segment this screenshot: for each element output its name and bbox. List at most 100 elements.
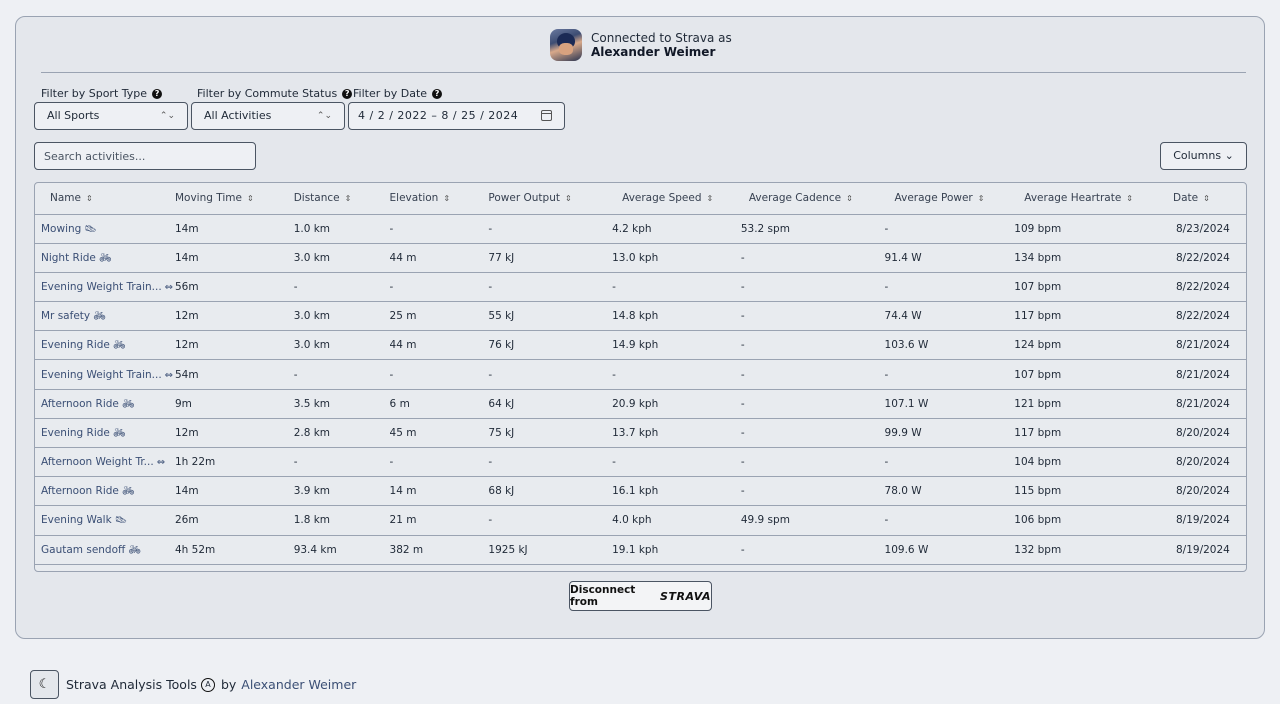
help-icon[interactable]: ?: [342, 88, 353, 99]
activity-name[interactable]: Afternoon Ride 🚲︎: [35, 476, 175, 507]
table-cell: 115 bpm: [1014, 476, 1163, 507]
table-cell: -: [740, 476, 885, 507]
sport-type-select[interactable]: All Sports ⌃⌄: [34, 102, 188, 130]
activity-name[interactable]: Evening Weight Train... ⇔: [35, 359, 175, 390]
column-header[interactable]: Name ⇕: [35, 183, 175, 215]
table-cell: 64 kJ: [488, 389, 613, 419]
disconnect-button[interactable]: Disconnect from STRAVA: [569, 581, 712, 611]
table-row[interactable]: Afternoon Weight Tr... ⇔ 1h 22m - - - - - -104 b…: [35, 447, 1246, 478]
table-cell: 106 bpm: [1014, 505, 1163, 536]
table-cell: 382 m: [389, 535, 489, 565]
table-cell: 3.9 km: [293, 476, 390, 507]
dumbbell-icon: ⇔: [156, 457, 166, 469]
sort-icon[interactable]: ⇕: [1126, 194, 1133, 203]
activity-name[interactable]: Gautam sendoff 🚲︎: [35, 535, 175, 565]
column-header[interactable]: Average Cadence ⇕: [740, 183, 885, 215]
sort-icon[interactable]: ⇕: [247, 194, 254, 203]
column-header[interactable]: Date ⇕: [1162, 183, 1246, 215]
table-cell: 56m: [174, 272, 294, 303]
sort-icon[interactable]: ⇕: [1203, 194, 1210, 203]
author-link[interactable]: Alexander Weimer: [241, 677, 356, 692]
table-cell: 1.8 km: [293, 505, 390, 536]
table-cell: 14m: [174, 476, 294, 507]
search-input[interactable]: [34, 142, 256, 170]
table-cell: 3.0 km: [293, 301, 390, 332]
table-cell: -: [488, 214, 613, 244]
table-cell: 4h 52m: [174, 535, 294, 565]
connected-label: Connected to Strava as: [591, 31, 732, 45]
table-cell: 21 m: [389, 505, 489, 536]
table-row[interactable]: Evening Ride 🚲︎ 12m 3.0 km 44 m 76 kJ 14.9 kph…: [35, 330, 1246, 361]
table-cell: -: [488, 447, 613, 478]
table-cell: 74.4 W: [884, 301, 1015, 332]
table-cell: 1.0 km: [293, 214, 390, 244]
table-cell: 117 bpm: [1014, 301, 1163, 332]
table-cell: 49.9 spm: [740, 505, 885, 536]
table-cell: -: [612, 359, 741, 390]
sort-icon[interactable]: ⇕: [345, 194, 352, 203]
table-row[interactable]: Gautam sendoff 🚲︎ 4h 52m 93.4 km 382 m 1925 k…: [35, 535, 1246, 565]
activity-name[interactable]: Evening Ride 🚲︎: [35, 418, 175, 449]
calendar-icon[interactable]: [541, 110, 552, 121]
activity-name[interactable]: Mowing 👟︎: [35, 214, 175, 244]
table-cell: -: [488, 272, 613, 303]
table-cell: -: [740, 272, 885, 303]
table-cell: 4.0 kph: [612, 505, 741, 536]
activity-name[interactable]: Evening Walk 👟︎: [35, 505, 175, 536]
table-cell: -: [884, 447, 1015, 478]
activity-name[interactable]: Afternoon Ride 🚲︎: [35, 389, 175, 419]
help-icon[interactable]: ?: [432, 88, 443, 99]
strava-logo: STRAVA: [660, 589, 711, 603]
sort-icon[interactable]: ⇕: [86, 194, 93, 203]
table-cell: 12m: [174, 330, 294, 361]
table-cell: 13.7 kph: [612, 418, 741, 449]
column-header[interactable]: Distance ⇕: [293, 183, 390, 215]
moon-icon[interactable]: ☾: [30, 670, 59, 699]
activity-name[interactable]: Evening Weight Train... ⇔: [35, 272, 175, 303]
table-row[interactable]: Night Ride 🚲︎ 14m 3.0 km 44 m 77 kJ 13.0 kph -9…: [35, 243, 1246, 273]
table-row[interactable]: Afternoon Ride 🚲︎ 14m 3.9 km 14 m 68 kJ 16.1 k…: [35, 476, 1246, 507]
table-cell: 8/19/2024: [1162, 535, 1246, 565]
sort-icon[interactable]: ⇕: [443, 194, 450, 203]
activity-name[interactable]: Mr safety 🚲︎: [35, 301, 175, 332]
table-cell: 68 kJ: [488, 476, 613, 507]
table-row[interactable]: Mowing 👟︎ 14m 1.0 km - -4.2 kph 53.2 spm -109 b…: [35, 214, 1246, 244]
sort-icon[interactable]: ⇕: [565, 194, 572, 203]
sort-icon[interactable]: ⇕: [707, 194, 714, 203]
connected-user-name: Alexander Weimer: [591, 45, 716, 59]
bike-icon: 🚲︎: [98, 252, 112, 264]
column-header[interactable]: Average Speed ⇕: [612, 183, 741, 215]
table-row[interactable]: Mr safety 🚲︎ 12m 3.0 km 25 m 55 kJ 14.8 kph -74…: [35, 301, 1246, 332]
table-cell: -: [612, 272, 741, 303]
columns-button[interactable]: Columns ⌄: [1160, 142, 1247, 170]
table-cell: 20.9 kph: [612, 389, 741, 419]
date-filter-label: Filter by Date?: [353, 87, 443, 100]
date-range-picker[interactable]: 4 / 2 / 2022 – 8 / 25 / 2024: [348, 102, 565, 130]
help-icon[interactable]: ?: [152, 88, 163, 99]
sort-icon[interactable]: ⇕: [978, 194, 985, 203]
column-header[interactable]: Moving Time ⇕: [174, 183, 294, 215]
activity-name[interactable]: Night Ride 🚲︎: [35, 243, 175, 273]
table-row[interactable]: Evening Weight Train... ⇔ 54m - - - - - -107 bpm…: [35, 359, 1246, 390]
sort-icon[interactable]: ⇕: [846, 194, 853, 203]
table-cell: -: [740, 301, 885, 332]
table-row[interactable]: Evening Weight Train... ⇔ 56m - - - - - -107 bpm…: [35, 272, 1246, 303]
column-header[interactable]: Average Heartrate ⇕: [1014, 183, 1163, 215]
column-header[interactable]: Average Power ⇕: [884, 183, 1015, 215]
table-cell: 78.0 W: [884, 476, 1015, 507]
activity-name[interactable]: Afternoon Weight Tr... ⇔: [35, 447, 175, 478]
by-label: by: [220, 677, 237, 692]
table-row[interactable]: Afternoon Ride 🚲︎ 9m 3.5 km 6 m 64 kJ 20.9 kph…: [35, 389, 1246, 419]
activity-name[interactable]: Evening Ride 🚲︎: [35, 330, 175, 361]
table-cell: 124 bpm: [1014, 330, 1163, 361]
table-row[interactable]: Evening Ride 🚲︎ 12m 2.8 km 45 m 75 kJ 13.7 kph…: [35, 418, 1246, 449]
table-cell: -: [740, 359, 885, 390]
table-cell: -: [884, 214, 1015, 244]
column-header[interactable]: Power Output ⇕: [488, 183, 613, 215]
table-cell: 12m: [174, 418, 294, 449]
logo-icon: A: [200, 677, 215, 692]
column-header[interactable]: Elevation ⇕: [389, 183, 489, 215]
table-cell: 12m: [174, 301, 294, 332]
table-row[interactable]: Evening Walk 👟︎ 26m 1.8 km 21 m -4.0 kph 49.9 …: [35, 505, 1246, 536]
commute-status-select[interactable]: All Activities ⌃⌄: [191, 102, 345, 130]
